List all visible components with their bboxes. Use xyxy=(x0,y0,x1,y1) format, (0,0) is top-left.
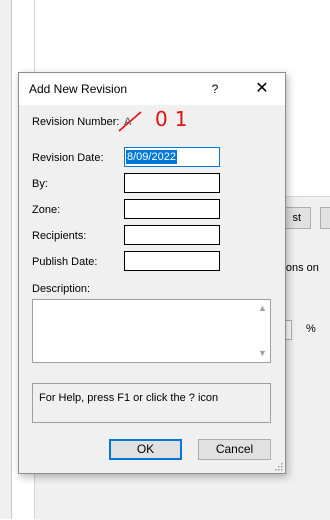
revision-date-field[interactable]: 8/09/2022 xyxy=(124,147,220,167)
scroll-up-icon[interactable]: ▲ xyxy=(255,301,270,316)
ok-button[interactable]: OK xyxy=(109,439,182,460)
description-label: Description: xyxy=(32,283,91,295)
revision-date-selected-text: 8/09/2022 xyxy=(126,150,177,164)
background-button-secondary[interactable] xyxy=(320,207,330,229)
publish-date-field[interactable] xyxy=(124,251,220,271)
help-hint-text: For Help, press F1 or click the ? icon xyxy=(39,392,219,404)
by-field[interactable] xyxy=(124,173,220,193)
scroll-down-icon[interactable]: ▼ xyxy=(255,346,270,361)
revision-number-label: Revision Number: xyxy=(32,116,120,128)
handwritten-annotation: 01 xyxy=(155,107,195,131)
dialog-titlebar[interactable]: Add New Revision ? ✕ xyxy=(19,73,285,105)
close-icon[interactable]: ✕ xyxy=(247,73,277,105)
annotation-strikethrough xyxy=(118,111,142,132)
description-textarea[interactable]: ▲ ▼ xyxy=(32,299,271,363)
cancel-button[interactable]: Cancel xyxy=(198,439,271,460)
background-percent-label: % xyxy=(306,323,316,335)
add-new-revision-dialog: Add New Revision ? ✕ Revision Number: A … xyxy=(18,72,286,474)
by-label: By: xyxy=(32,178,48,190)
publish-date-label: Publish Date: xyxy=(32,256,98,268)
zone-field[interactable] xyxy=(124,199,220,219)
help-hint-box: For Help, press F1 or click the ? icon xyxy=(32,383,271,423)
background-left-bar xyxy=(0,0,12,519)
description-scrollbar[interactable]: ▲ ▼ xyxy=(255,300,270,362)
recipients-label: Recipients: xyxy=(32,230,87,242)
revision-date-label: Revision Date: xyxy=(32,152,104,164)
help-icon[interactable]: ? xyxy=(205,73,225,105)
recipients-field[interactable] xyxy=(124,225,220,245)
dialog-title: Add New Revision xyxy=(29,82,128,96)
zone-label: Zone: xyxy=(32,204,61,216)
resize-grip-icon[interactable] xyxy=(274,462,283,471)
